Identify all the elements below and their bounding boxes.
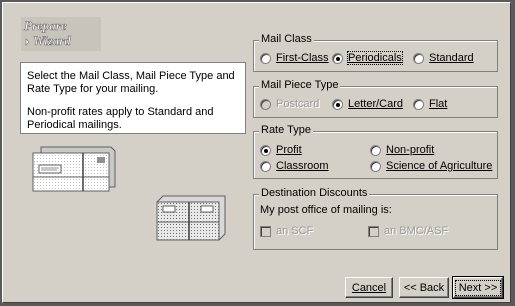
next-button[interactable]: Next >> [452,276,504,299]
option-label: an BMC/ASF [384,225,449,237]
next-button-label: Next >> [454,279,502,296]
cancel-button[interactable]: Cancel [345,277,393,298]
option-label: First-Class [276,52,329,64]
option-label: Standard [429,52,474,64]
rate-type-group: Rate Type Profit Non-profit Classroom Sc… [253,124,498,179]
option-label: Non-profit [386,144,435,156]
option-label: Postcard [276,98,320,110]
option-label: Profit [276,144,302,156]
instructions-panel: Select the Mail Class, Mail Piece Type a… [20,62,246,134]
mail-piece-type-group: Mail Piece Type Postcard Letter/Card Fla… [253,79,498,118]
radio-button[interactable] [332,98,343,110]
wizard-window: Prepare Wizard Select the Mail Class, Ma… [2,2,511,303]
destination-discounts-group: Destination Discounts My post office of … [253,187,498,250]
option-label: Science of Agriculture [386,160,493,172]
radio-button[interactable] [370,160,381,172]
checkbox[interactable] [260,225,271,237]
option-label: Periodicals [347,51,403,65]
radio-button[interactable] [332,52,343,64]
radio-first-class[interactable]: First-Class [260,52,329,64]
radio-science-of-agriculture[interactable]: Science of Agriculture [370,160,492,172]
radio-classroom[interactable]: Classroom [260,160,329,172]
radio-non-profit[interactable]: Non-profit [370,144,434,156]
radio-letter-card[interactable]: Letter/Card [332,98,403,110]
radio-button[interactable] [260,98,271,110]
radio-periodicals[interactable]: Periodicals [332,51,403,65]
radio-standard[interactable]: Standard [413,52,474,64]
logo-line2: Wizard [33,33,71,48]
back-button[interactable]: << Back [399,277,449,298]
radio-button[interactable] [413,98,424,110]
radio-profit[interactable]: Profit [260,144,302,156]
cancel-button-label: Cancel [351,281,387,294]
prepare-wizard-logo: Prepare Wizard [21,17,101,51]
radio-button[interactable] [413,52,424,64]
mail-piece-type-legend: Mail Piece Type [259,79,341,91]
radio-postcard[interactable]: Postcard [260,98,319,110]
stacked-letters-icon [32,146,116,192]
radio-button[interactable] [260,160,271,172]
radio-flat[interactable]: Flat [413,98,447,110]
checkbox[interactable] [368,225,379,237]
nonprofit-note: Non-profit rates apply to Standard and P… [27,106,214,131]
mail-class-group: Mail Class First-Class Periodicals Stand… [253,33,498,72]
radio-button[interactable] [260,144,271,156]
logo-line1: Prepare [24,18,67,33]
checkbox-scf[interactable]: an SCF [260,225,313,237]
instructions-text: Select the Mail Class, Mail Piece Type a… [27,70,235,95]
stacked-flats-icon [156,195,226,241]
mail-class-legend: Mail Class [259,33,314,45]
back-button-label: << Back [403,281,445,294]
option-label: an SCF [276,225,314,237]
radio-button[interactable] [370,144,381,156]
post-office-prompt: My post office of mailing is: [260,204,392,216]
rate-type-legend: Rate Type [259,124,313,136]
option-label: Classroom [276,160,329,172]
destination-discounts-legend: Destination Discounts [259,187,370,199]
checkbox-bmc-asf[interactable]: an BMC/ASF [368,225,448,237]
option-label: Letter/Card [348,98,404,110]
option-label: Flat [429,98,448,110]
radio-button[interactable] [260,52,271,64]
